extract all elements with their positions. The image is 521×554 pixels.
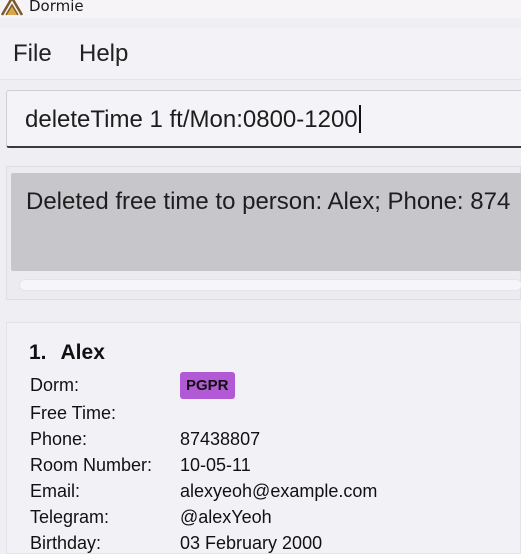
window-title: Dormie xyxy=(29,0,84,15)
command-panel: deleteTime 1 ft/Mon:0800-1200 xyxy=(0,82,521,158)
person-list-panel[interactable]: 1. Alex Dorm: PGPR Free Time: Phone: 8743… xyxy=(6,322,521,554)
app-icon xyxy=(0,0,24,16)
room-number-label: Room Number: xyxy=(30,455,153,475)
birthday-label: Birthday: xyxy=(30,533,102,553)
dorm-label: Dorm: xyxy=(30,375,79,395)
menu-help[interactable]: Help xyxy=(79,39,128,69)
menu-bar: File Help xyxy=(0,28,521,80)
phone-label: Phone: xyxy=(30,429,88,449)
telegram-label: Telegram: xyxy=(30,507,110,527)
command-input-text[interactable]: deleteTime 1 ft/Mon:0800-1200 xyxy=(25,105,361,135)
room-number-value: 10-05-11 xyxy=(180,455,251,475)
person-name: 1. Alex xyxy=(29,339,105,367)
telegram-value: @alexYeoh xyxy=(180,507,272,527)
free-time-label: Free Time: xyxy=(30,403,117,423)
title-bar: Dormie xyxy=(0,0,521,18)
result-message: Deleted free time to person: Alex; Phone… xyxy=(26,188,511,215)
email-label: Email: xyxy=(30,481,81,501)
phone-value: 87438807 xyxy=(180,429,261,449)
person-name-text: Alex xyxy=(60,341,105,364)
dorm-tag: PGPR xyxy=(180,372,235,399)
result-panel: Deleted free time to person: Alex; Phone… xyxy=(6,166,521,300)
birthday-value: 03 February 2000 xyxy=(180,533,323,553)
result-horizontal-scrollbar[interactable] xyxy=(19,279,521,291)
menu-file[interactable]: File xyxy=(13,39,52,69)
text-caret xyxy=(358,105,361,133)
email-value: alexyeoh@example.com xyxy=(180,481,378,501)
result-display: Deleted free time to person: Alex; Phone… xyxy=(11,173,521,271)
person-index: 1. xyxy=(29,341,47,364)
command-input[interactable]: deleteTime 1 ft/Mon:0800-1200 xyxy=(6,90,521,148)
